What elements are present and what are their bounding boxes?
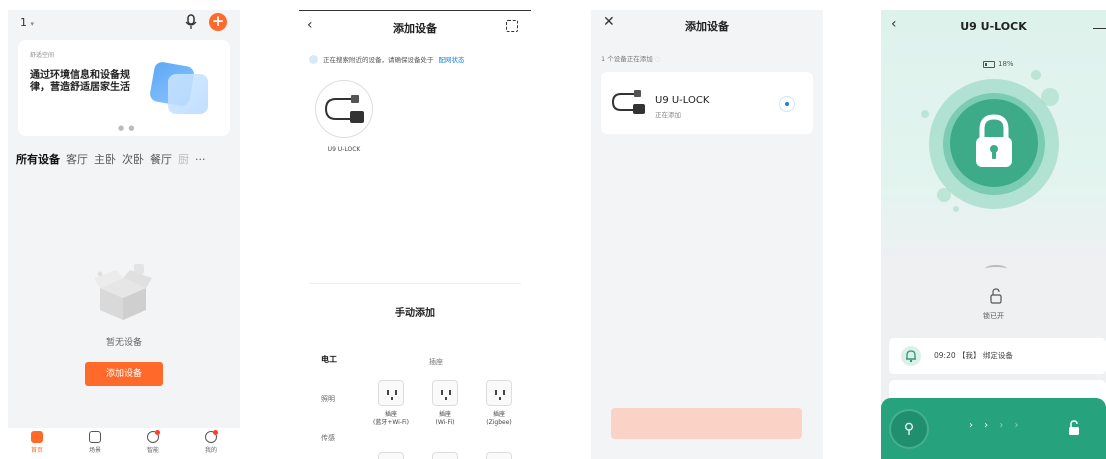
category-sensor[interactable]: 传感: [321, 433, 335, 443]
decor-bubble: [953, 206, 959, 212]
battery-icon: [983, 60, 995, 68]
plug-zigbee-tile[interactable]: [486, 380, 512, 406]
nav-scene[interactable]: 场景: [66, 428, 124, 459]
empty-state-text: 暂无设备: [105, 338, 142, 348]
lock-state-text: 锁已开: [983, 312, 1004, 320]
adding-device-card[interactable]: U9 U-LOCK 正在添加: [601, 72, 813, 134]
lock-status-disc[interactable]: [950, 99, 1038, 187]
room-tabs: 所有设备 客厅 主卧 次卧 餐厅 厨 ···: [16, 151, 206, 167]
plug-tile-partial[interactable]: [378, 452, 404, 459]
device-status: 正在添加: [655, 111, 681, 119]
page-title: 添加设备: [393, 22, 437, 35]
plug-wifi-label: 插座 (Wi-Fi): [435, 411, 455, 426]
slide-to-unlock-bar[interactable]: ⚲ › › › ›: [881, 398, 1106, 459]
socket-icon: [495, 390, 505, 400]
plug-ble-wifi-tile[interactable]: [378, 380, 404, 406]
plug-tile-partial[interactable]: [486, 452, 512, 459]
category-lighting[interactable]: 照明: [321, 394, 335, 404]
bottom-nav: 首页 场景 智能 我的: [8, 428, 240, 459]
divider: [309, 283, 521, 284]
page-title: 添加设备: [685, 20, 729, 33]
home-selector[interactable]: 1 ▾: [20, 16, 34, 29]
carousel-dots: ● ●: [118, 124, 136, 132]
chevron-down-icon: ▾: [30, 20, 35, 28]
nav-me[interactable]: 我的: [182, 428, 240, 459]
banner-subtitle: 舒适空间: [30, 52, 55, 59]
done-button[interactable]: [611, 408, 802, 439]
add-device-screen: ‹ 添加设备 正在搜索附近的设备，请确保设备处于 配网状态 U9 U-LOCK 手…: [299, 10, 531, 459]
found-device-tile[interactable]: [315, 80, 373, 138]
found-device-name: U9 U-LOCK: [327, 146, 361, 153]
decor-bubble: [1031, 70, 1041, 80]
notification-dot: [155, 430, 160, 435]
notification-dot: [213, 430, 218, 435]
key-slider-handle[interactable]: ⚲: [891, 411, 927, 447]
adding-device-screen: ✕ 添加设备 1 个设备正在添加 ◌ U9 U-LOCK 正在添加: [591, 10, 823, 459]
padlock-icon: [976, 114, 1012, 167]
decor-bubble: [921, 110, 929, 118]
banner-title: 通过环境信息和设备规律，营造舒适居家生活: [30, 70, 130, 93]
more-tabs-button[interactable]: ···: [195, 153, 206, 166]
add-icon-button[interactable]: +: [209, 13, 227, 31]
pairing-mode-link[interactable]: 配网状态: [439, 54, 465, 64]
loading-spinner-icon: ◌: [654, 55, 661, 63]
microphone-icon[interactable]: [184, 14, 198, 30]
house-illustration-back: [168, 74, 208, 114]
plug-wifi-tile[interactable]: [432, 380, 458, 406]
tab-living-room[interactable]: 客厅: [66, 151, 88, 167]
bell-icon: [901, 346, 921, 366]
lock-detail-screen: ‹ U9 U-LOCK 18% 锁已开 09:20 【我】 绑定设备 ⚲ › ›…: [881, 10, 1106, 459]
nav-smart[interactable]: 智能: [124, 428, 182, 459]
searching-indicator-icon: [309, 54, 318, 64]
swipe-hint-arc: [985, 265, 1007, 273]
unlocked-icon: [990, 288, 1002, 304]
plug-zigbee-label: 插座 (Zigbee): [486, 411, 512, 426]
plug-ble-wifi-label: 插座 (蓝牙+Wi-Fi): [372, 411, 410, 426]
promo-banner[interactable]: 舒适空间 通过环境信息和设备规律，营造舒适居家生活 ● ●: [18, 40, 230, 136]
tab-kitchen[interactable]: 厨: [178, 151, 189, 167]
section-socket-label: 插座: [429, 358, 443, 366]
tab-dining-room[interactable]: 餐厅: [150, 151, 172, 167]
battery-indicator: 18%: [983, 60, 1014, 68]
tab-all-devices[interactable]: 所有设备: [16, 151, 60, 167]
nav-home[interactable]: 首页: [8, 428, 66, 459]
progress-spinner-icon: [779, 96, 795, 112]
slide-arrows: › › › ›: [969, 420, 1023, 431]
tab-master-bedroom[interactable]: 主卧: [94, 151, 116, 167]
page-title: U9 U-LOCK: [960, 20, 1027, 33]
category-electrical[interactable]: 电工: [321, 354, 337, 365]
home-screen: 1 ▾ + 舒适空间 通过环境信息和设备规律，营造舒适居家生活 ● ● 所有设备…: [8, 10, 240, 459]
unlock-icon: [1069, 420, 1079, 435]
socket-icon: [441, 390, 451, 400]
activity-log-text: 09:20 【我】 绑定设备: [934, 351, 1013, 360]
add-device-button[interactable]: 添加设备: [85, 362, 163, 386]
empty-box-icon: [94, 264, 152, 320]
edit-icon[interactable]: [1093, 19, 1106, 29]
u-lock-icon: [612, 90, 645, 114]
activity-log-item[interactable]: 09:20 【我】 绑定设备: [889, 338, 1106, 374]
checkbox-icon: [89, 431, 101, 443]
scan-icon[interactable]: [506, 20, 518, 32]
plug-tile-partial[interactable]: [432, 452, 458, 459]
key-icon: ⚲: [903, 421, 915, 437]
u-lock-icon: [325, 95, 364, 123]
search-status: 正在搜索附近的设备，请确保设备处于 配网状态: [309, 54, 465, 64]
tab-second-bedroom[interactable]: 次卧: [122, 151, 144, 167]
adding-count-text: 1 个设备正在添加 ◌: [601, 55, 661, 63]
device-name: U9 U-LOCK: [655, 95, 710, 106]
manual-add-title: 手动添加: [395, 308, 435, 319]
home-icon: [31, 431, 43, 443]
socket-icon: [387, 390, 397, 400]
